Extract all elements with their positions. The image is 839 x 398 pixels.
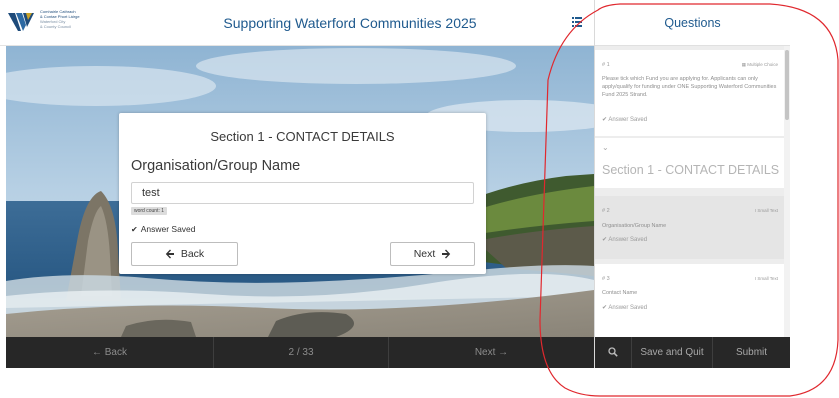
- arrow-right-icon: [442, 249, 451, 259]
- question-type-text: Multiple Choice: [747, 62, 778, 67]
- question-type-label: I Small Text: [755, 208, 778, 213]
- council-logo-mark: [6, 7, 36, 37]
- small-text-icon: I: [754, 208, 757, 213]
- multiple-choice-icon: ▦: [741, 62, 746, 67]
- question-list-item[interactable]: # 1 ▦ Multiple Choice Please tick which …: [595, 50, 784, 136]
- small-text-icon: I: [754, 276, 757, 281]
- arrow-left-icon: [165, 249, 174, 259]
- question-text: Please tick which Fund you are applying …: [602, 76, 777, 98]
- check-icon: ✔: [602, 117, 608, 123]
- nav-back-label: Back: [104, 347, 127, 358]
- question-list-item-active[interactable]: # 2 I Small Text Organisation/Group Name…: [595, 196, 784, 259]
- question-type-label: I Small Text: [755, 276, 778, 281]
- question-number: # 3: [602, 276, 610, 282]
- nav-back-button[interactable]: ← Back: [6, 337, 213, 368]
- question-text: Organisation/Group Name: [602, 223, 667, 229]
- question-type-text: Small Text: [757, 208, 778, 213]
- app-window: Comhairle Cathrach & Contae Phort Láirge…: [0, 0, 839, 398]
- questions-panel-title: Questions: [595, 0, 790, 46]
- question-number: # 1: [602, 62, 610, 68]
- answer-saved-status: ✔ Answer Saved: [602, 236, 647, 243]
- answer-saved-text: Answer Saved: [608, 237, 648, 243]
- logo-line: & County Council: [40, 24, 71, 29]
- chevron-down-icon: ⌄: [602, 143, 609, 152]
- questions-scrollbar[interactable]: [784, 46, 790, 337]
- section-list-item[interactable]: ⌄ Section 1 - CONTACT DETAILS: [595, 138, 784, 188]
- question-text: Contact Name: [602, 290, 638, 296]
- submit-button[interactable]: Submit: [713, 337, 790, 368]
- arrow-left-icon: ←: [91, 347, 102, 358]
- arrow-right-icon: →: [498, 347, 509, 358]
- answer-saved-status: ✔ Answer Saved: [602, 116, 647, 123]
- answer-saved-text: Answer Saved: [608, 305, 648, 311]
- question-type-text: Small Text: [757, 276, 778, 281]
- bottom-navigation-bar: ← Back 2 / 33 Next →: [6, 337, 594, 368]
- section-title: Section 1 - CONTACT DETAILS: [210, 129, 395, 144]
- list-icon: [572, 17, 582, 27]
- next-button-label: Next: [413, 248, 436, 260]
- answer-saved-status: ✔ Answer Saved: [602, 304, 647, 311]
- questions-toggle-button[interactable]: [569, 13, 585, 31]
- question-list-item[interactable]: # 3 I Small Text Contact Name ✔ Answer S…: [595, 264, 784, 337]
- check-icon: ✔: [602, 237, 608, 243]
- council-logo-text: Comhairle Cathrach & Contae Phort Láirge…: [40, 9, 86, 29]
- questions-panel-footer: Save and Quit Submit: [595, 337, 790, 368]
- check-icon: ✔: [602, 305, 608, 311]
- word-count-badge: word count: 1: [131, 207, 168, 215]
- answer-input[interactable]: [131, 182, 474, 204]
- save-and-quit-button[interactable]: Save and Quit: [632, 337, 712, 368]
- back-button-label: Back: [180, 248, 205, 260]
- answer-saved-text: Answer Saved: [140, 224, 196, 234]
- nav-next-label: Next: [474, 347, 496, 358]
- question-type-label: ▦ Multiple Choice: [742, 62, 778, 68]
- questions-panel: Questions # 1 ▦ Multiple Choice Please t…: [594, 0, 790, 368]
- check-icon: ✔: [131, 225, 138, 234]
- next-button[interactable]: Next: [390, 242, 475, 266]
- council-logo: Comhairle Cathrach & Contae Phort Láirge…: [6, 5, 86, 41]
- page-title: Supporting Waterford Communities 2025: [223, 15, 477, 31]
- section-title: Section 1 - CONTACT DETAILS: [602, 163, 780, 177]
- top-header: Comhairle Cathrach & Contae Phort Láirge…: [0, 0, 594, 46]
- back-button[interactable]: Back: [131, 242, 238, 266]
- answer-saved-status: ✔ Answer Saved: [131, 224, 196, 234]
- question-number: # 2: [602, 208, 610, 214]
- questions-list: # 1 ▦ Multiple Choice Please tick which …: [595, 46, 784, 337]
- nav-next-button[interactable]: Next →: [389, 337, 594, 368]
- progress-indicator: 2 / 33: [288, 347, 314, 358]
- search-button[interactable]: [595, 337, 631, 368]
- answer-saved-text: Answer Saved: [608, 117, 648, 123]
- question-card: Section 1 - CONTACT DETAILS Organisation…: [119, 113, 486, 274]
- question-title: Organisation/Group Name: [131, 158, 301, 174]
- search-icon: [608, 347, 618, 358]
- scrollbar-thumb[interactable]: [785, 50, 789, 120]
